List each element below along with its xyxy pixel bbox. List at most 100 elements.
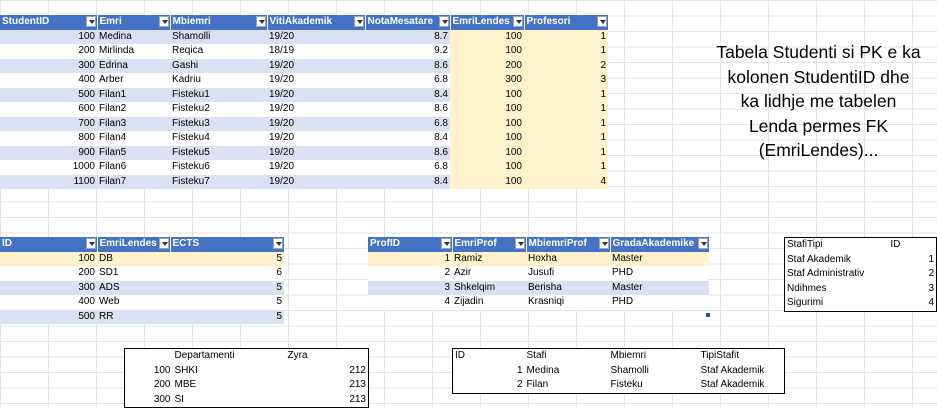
table-row[interactable]: 500 RR 5 bbox=[0, 309, 284, 324]
table-cell[interactable]: SI bbox=[172, 392, 286, 408]
table-cell[interactable]: 700 bbox=[0, 116, 97, 131]
filter-dropdown-icon[interactable] bbox=[440, 238, 451, 249]
table-cell[interactable]: 100 bbox=[450, 87, 524, 102]
table-row[interactable]: 700 Filan3 Fisteku3 19/20 6.8 100 1 bbox=[0, 116, 608, 131]
table-cell[interactable]: 1 bbox=[524, 44, 608, 59]
table-cell[interactable]: Filan bbox=[524, 378, 609, 393]
column-header[interactable]: EmriLendes bbox=[450, 15, 525, 30]
table-cell[interactable]: Master bbox=[610, 251, 709, 266]
table-cell[interactable]: Medina bbox=[524, 363, 609, 378]
table-cell[interactable]: 19/20 bbox=[267, 145, 365, 160]
column-header[interactable]: ECTS bbox=[170, 237, 285, 252]
table-row[interactable]: Sigurimi 4 bbox=[784, 296, 937, 311]
table-cell[interactable]: 100 bbox=[450, 160, 524, 175]
column-header[interactable]: ID bbox=[0, 237, 98, 252]
table-row[interactable]: 1 Medina Shamolli Staf Akademik bbox=[452, 363, 785, 378]
table-cell[interactable]: Krasniqi bbox=[526, 295, 610, 310]
filter-dropdown-icon[interactable] bbox=[255, 16, 266, 27]
table-cell[interactable]: 5 bbox=[170, 309, 284, 324]
table-stafi-tipi[interactable]: StafiTipi ID Staf Akademik 1 Staf Administra… bbox=[784, 237, 937, 312]
table-cell[interactable]: Filan5 bbox=[97, 145, 170, 160]
filter-dropdown-icon[interactable] bbox=[438, 16, 449, 27]
column-header[interactable]: EmriLendes bbox=[97, 237, 171, 252]
table-cell[interactable]: Staf Akademik bbox=[698, 363, 785, 378]
table-cell[interactable]: 900 bbox=[0, 145, 97, 160]
table-cell[interactable]: 4 bbox=[368, 295, 452, 310]
column-header[interactable]: ID bbox=[888, 237, 937, 253]
table-cell[interactable]: 8.4 bbox=[365, 87, 450, 102]
table-row[interactable]: Staf Administrativ 2 bbox=[784, 267, 937, 282]
table-studenti[interactable]: StudentID Emri Mbiemri VitiAkademik NotaMesa… bbox=[0, 15, 609, 189]
table-row[interactable]: 200 MBE 213 bbox=[124, 378, 369, 393]
column-header[interactable]: Profesori bbox=[524, 15, 609, 30]
table-cell[interactable]: Filan6 bbox=[97, 160, 170, 175]
column-header[interactable]: StudentID bbox=[0, 15, 98, 30]
table-cell[interactable]: 100 bbox=[450, 116, 524, 131]
filter-dropdown-icon[interactable] bbox=[512, 16, 523, 27]
table-cell[interactable]: 1 bbox=[452, 363, 525, 378]
table-row[interactable]: 300 ADS 5 bbox=[0, 280, 284, 295]
table-row[interactable]: 2 Azir Jusufi PHD bbox=[368, 266, 709, 281]
table-cell[interactable]: 19/20 bbox=[267, 160, 365, 175]
table-cell[interactable]: Fisteku3 bbox=[170, 116, 267, 131]
table-cell[interactable]: 18/19 bbox=[267, 44, 365, 59]
table-cell[interactable]: Shkelqim bbox=[452, 280, 526, 295]
table-cell[interactable]: Web bbox=[97, 295, 170, 310]
table-row[interactable]: Staf Akademik 1 bbox=[784, 252, 937, 267]
table-cell[interactable]: Azir bbox=[452, 266, 526, 281]
table-row[interactable]: 200 Mirlinda Reqica 18/19 9.2 100 1 bbox=[0, 44, 608, 59]
table-cell[interactable]: 6.8 bbox=[365, 73, 450, 88]
table-cell[interactable]: 200 bbox=[450, 58, 524, 73]
table-cell[interactable]: 19/20 bbox=[267, 58, 365, 73]
table-cell[interactable]: Fisteku7 bbox=[170, 174, 267, 189]
table-row[interactable]: 1100 Filan7 Fisteku7 19/20 8.4 100 4 bbox=[0, 174, 608, 189]
table-cell[interactable]: Fisteku5 bbox=[170, 145, 267, 160]
table-cell[interactable]: 4 bbox=[888, 296, 937, 311]
table-cell[interactable]: 100 bbox=[450, 102, 524, 117]
table-cell[interactable]: 100 bbox=[0, 251, 97, 266]
table-cell[interactable]: Medina bbox=[97, 29, 170, 44]
column-header[interactable]: VitiAkademik bbox=[267, 15, 366, 30]
table-cell[interactable]: 500 bbox=[0, 309, 97, 324]
column-header[interactable]: TipiStafit bbox=[698, 348, 785, 364]
table-cell[interactable]: Fisteku bbox=[608, 378, 699, 393]
table-cell[interactable]: Sigurimi bbox=[784, 296, 889, 311]
filter-dropdown-icon[interactable] bbox=[158, 16, 169, 27]
column-header[interactable]: EmriProf bbox=[452, 237, 527, 252]
table-row[interactable]: 100 DB 5 bbox=[0, 251, 284, 266]
table-row[interactable]: 400 Web 5 bbox=[0, 295, 284, 310]
table-cell[interactable]: Staf Akademik bbox=[698, 378, 785, 393]
filter-dropdown-icon[interactable] bbox=[353, 16, 364, 27]
column-header[interactable]: Stafi bbox=[524, 348, 609, 364]
table-cell[interactable]: 600 bbox=[0, 102, 97, 117]
table-cell[interactable]: 8.6 bbox=[365, 58, 450, 73]
table-cell[interactable]: 8.4 bbox=[365, 174, 450, 189]
table-departamenti[interactable]: Departamenti Zyra 100 SHKI 212 200 MBE 213 300 SI… bbox=[124, 348, 369, 408]
table-cell[interactable]: 100 bbox=[450, 29, 524, 44]
selection-handle[interactable] bbox=[706, 313, 710, 317]
table-cell[interactable]: DB bbox=[97, 251, 170, 266]
table-cell[interactable]: 6.8 bbox=[365, 116, 450, 131]
table-cell[interactable]: 200 bbox=[0, 266, 97, 281]
table-cell[interactable]: 3 bbox=[368, 280, 452, 295]
table-cell[interactable]: Master bbox=[610, 280, 709, 295]
table-cell[interactable]: Fisteku6 bbox=[170, 160, 267, 175]
table-cell[interactable]: PHD bbox=[610, 295, 709, 310]
table-row[interactable]: 1000 Filan6 Fisteku6 19/20 6.8 100 1 bbox=[0, 160, 608, 175]
table-cell[interactable]: MBE bbox=[172, 378, 286, 393]
table-cell[interactable]: 400 bbox=[0, 73, 97, 88]
column-header[interactable]: ID bbox=[452, 348, 525, 364]
filter-dropdown-icon[interactable] bbox=[272, 238, 283, 249]
table-cell[interactable]: 5 bbox=[170, 251, 284, 266]
table-row[interactable]: 200 SD1 6 bbox=[0, 266, 284, 281]
table-row[interactable]: 900 Filan5 Fisteku5 19/20 8.6 100 1 bbox=[0, 145, 608, 160]
table-cell[interactable]: 1 bbox=[524, 145, 608, 160]
table-cell[interactable]: Fisteku2 bbox=[170, 102, 267, 117]
table-cell[interactable]: 1 bbox=[524, 116, 608, 131]
table-cell[interactable]: 300 bbox=[450, 73, 524, 88]
table-stafi[interactable]: ID Stafi Mbiemri TipiStafit 1 Medina Shamolli S… bbox=[452, 348, 785, 394]
table-cell[interactable]: 19/20 bbox=[267, 73, 365, 88]
table-cell[interactable]: 19/20 bbox=[267, 131, 365, 146]
table-cell[interactable]: 2 bbox=[452, 378, 525, 393]
table-cell[interactable]: SHKI bbox=[172, 363, 286, 378]
